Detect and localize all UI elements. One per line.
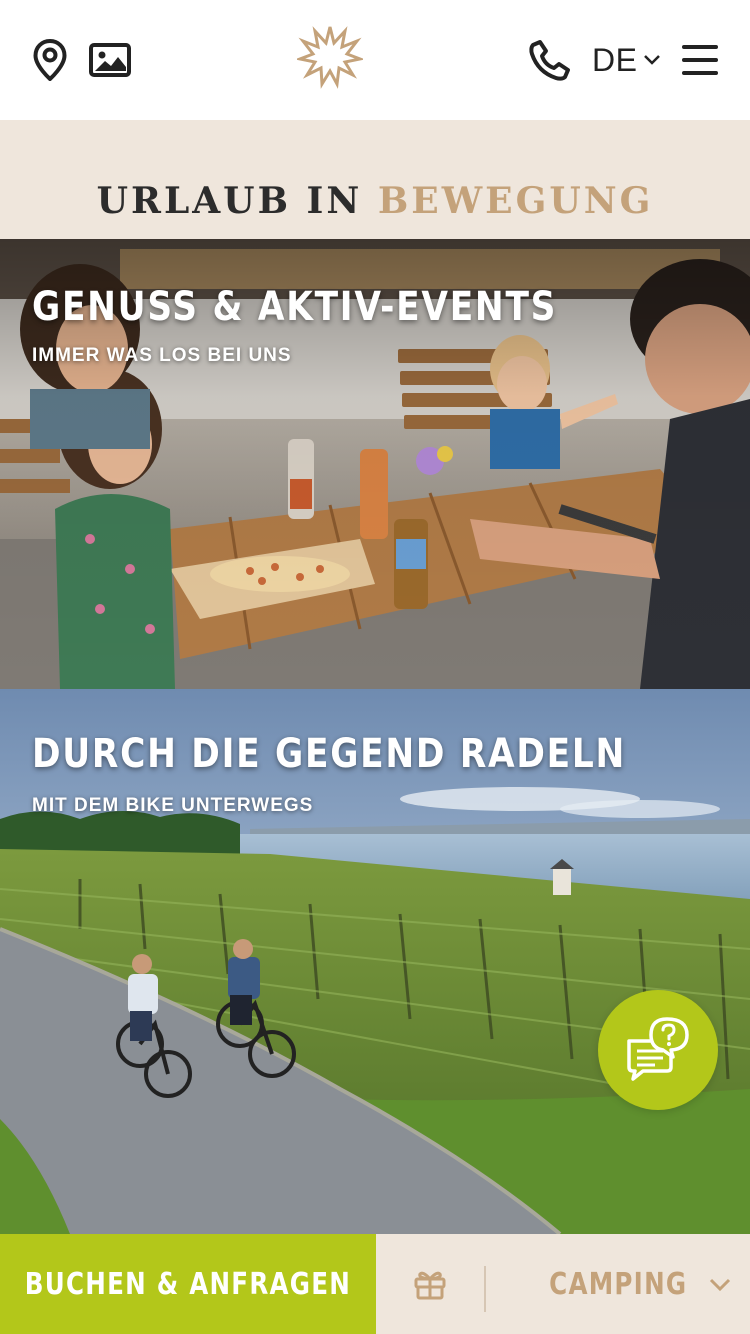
bar-divider	[484, 1266, 486, 1312]
language-label: DE	[592, 41, 638, 78]
section-title-part1: URLAUB IN	[96, 180, 363, 222]
section-title: URLAUB IN BEWEGUNG	[0, 180, 750, 222]
phone-icon[interactable]	[528, 38, 572, 82]
chevron-down-icon	[644, 55, 661, 65]
accommodation-select-value: CAMPING	[548, 1266, 688, 1302]
tile-biking-heading: DURCH DIE GEGEND RADELN	[32, 731, 627, 777]
tile-events-heading: GENUSS & AKTIV-EVENTS	[32, 284, 558, 330]
tile-events-subheading: IMMER WAS LOS BEI UNS	[32, 345, 292, 366]
section-title-part2: BEWEGUNG	[377, 180, 654, 222]
language-selector[interactable]: DE	[592, 38, 661, 82]
tile-biking[interactable]: DURCH DIE GEGEND RADELN MIT DEM BIKE UNT…	[0, 689, 750, 1234]
image-icon[interactable]	[88, 40, 132, 80]
chevron-down-icon	[709, 1278, 731, 1292]
tile-biking-subheading: MIT DEM BIKE UNTERWEGS	[32, 795, 314, 816]
map-pin-icon[interactable]	[30, 38, 70, 82]
hamburger-menu-icon[interactable]	[680, 40, 720, 80]
book-request-button[interactable]: BUCHEN & ANFRAGEN	[0, 1234, 376, 1334]
top-header: DE	[0, 0, 750, 120]
section-title-band: URLAUB IN BEWEGUNG	[0, 120, 750, 239]
gift-icon[interactable]	[406, 1264, 454, 1304]
book-request-label: BUCHEN & ANFRAGEN	[24, 1266, 352, 1302]
bottom-action-bar: BUCHEN & ANFRAGEN CAMPING	[0, 1234, 750, 1334]
chat-question-icon	[627, 1017, 689, 1081]
chat-button[interactable]	[598, 990, 718, 1110]
accommodation-select[interactable]: CAMPING	[500, 1234, 750, 1334]
tile-events[interactable]: GENUSS & AKTIV-EVENTS IMMER WAS LOS BEI …	[0, 239, 750, 689]
sun-logo[interactable]	[296, 22, 364, 90]
